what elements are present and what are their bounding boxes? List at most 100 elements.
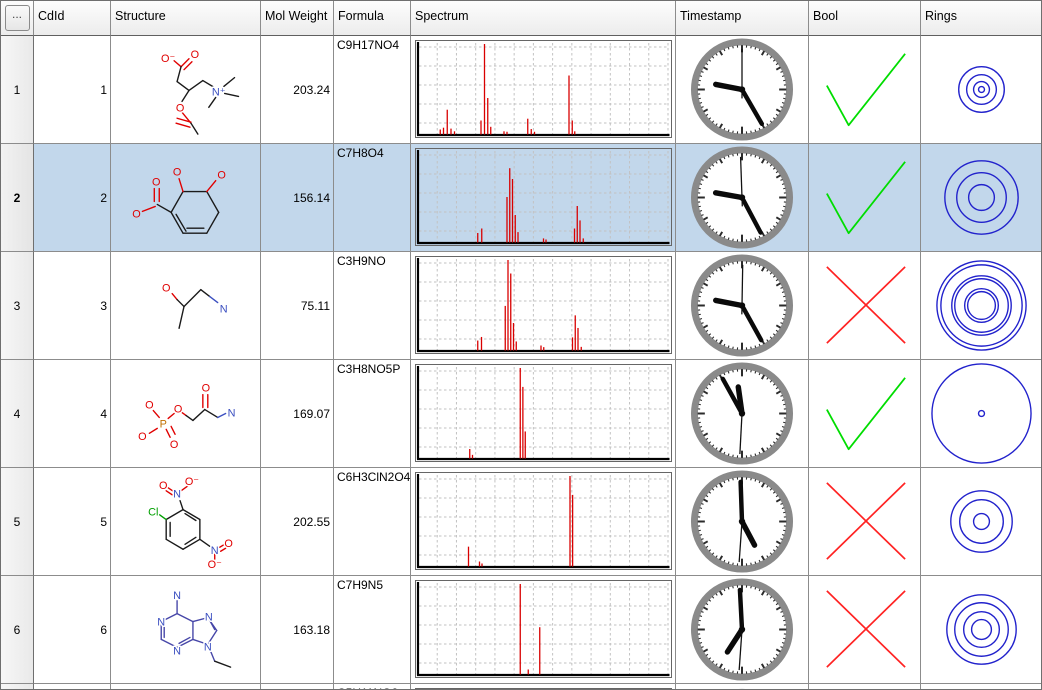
spectrum-cell[interactable]	[411, 252, 676, 360]
spectrum-cell[interactable]	[411, 144, 676, 252]
structure-cell[interactable]: ClNOO⁻NOO⁻	[111, 468, 261, 576]
data-grid: ... CdId Structure Mol Weight Formula Sp…	[0, 0, 1042, 690]
mol-weight-cell[interactable]: 202.55	[261, 468, 334, 576]
cdid-cell[interactable]: 2	[34, 144, 111, 252]
spectrum-chart	[415, 40, 672, 138]
structure-cell[interactable]: NNNNN	[111, 576, 261, 684]
mol-weight-value: 163.18	[293, 623, 330, 637]
formula-cell[interactable]: C6H3ClN2O4	[334, 468, 411, 576]
formula-cell[interactable]: C7H8O4	[334, 144, 411, 252]
col-header-mol-weight[interactable]: Mol Weight	[261, 1, 334, 36]
rings-cell[interactable]	[921, 36, 1042, 144]
bool-cell[interactable]	[809, 684, 921, 690]
formula-cell[interactable]: C7H9N5	[334, 576, 411, 684]
col-header-formula[interactable]: Formula	[334, 1, 411, 36]
bool-cell[interactable]	[809, 576, 921, 684]
mol-weight-cell[interactable]: 75.11	[261, 252, 334, 360]
molecule-structure-drawing: OOOO	[111, 144, 261, 251]
timestamp-cell[interactable]	[676, 144, 809, 252]
formula-cell[interactable]: C3H8NO5P	[334, 360, 411, 468]
timestamp-cell[interactable]	[676, 36, 809, 144]
structure-cell[interactable]: ON	[111, 252, 261, 360]
check-icon	[809, 144, 920, 251]
col-header-timestamp[interactable]: Timestamp	[676, 1, 809, 36]
rings-cell[interactable]	[921, 252, 1042, 360]
formula-cell[interactable]: C9H17NO4	[334, 36, 411, 144]
timestamp-cell[interactable]	[676, 360, 809, 468]
cdid-value: 5	[100, 515, 107, 529]
spectrum-cell[interactable]	[411, 684, 676, 690]
timestamp-cell[interactable]	[676, 252, 809, 360]
clock-icon	[676, 576, 808, 683]
svg-text:O: O	[224, 538, 232, 550]
rings-icon	[921, 252, 1042, 359]
col-header-rings[interactable]: Rings	[921, 1, 1042, 36]
formula-text: C6H3ClN2O4	[337, 470, 410, 484]
col-header-structure[interactable]: Structure	[111, 1, 261, 36]
mol-weight-cell[interactable]: 203.24	[261, 36, 334, 144]
svg-text:N: N	[205, 612, 213, 624]
timestamp-cell[interactable]	[676, 576, 809, 684]
cdid-cell[interactable]: 4	[34, 360, 111, 468]
rings-cell[interactable]	[921, 684, 1042, 690]
rings-cell[interactable]	[921, 360, 1042, 468]
row-header-cell[interactable]	[1, 684, 34, 690]
cdid-cell[interactable]: 1	[34, 36, 111, 144]
row-header-cell[interactable]: 1	[1, 36, 34, 144]
svg-text:O: O	[159, 480, 167, 492]
spectrum-chart	[415, 256, 672, 354]
rings-cell[interactable]	[921, 468, 1042, 576]
row-header-cell[interactable]: 2	[1, 144, 34, 252]
spectrum-cell[interactable]	[411, 36, 676, 144]
cdid-cell[interactable]: 6	[34, 576, 111, 684]
col-header-spectrum[interactable]: Spectrum	[411, 1, 676, 36]
svg-text:O: O	[191, 49, 199, 61]
table-row: 5 5 ClNOO⁻NOO⁻ 202.55 C6H3ClN2O4	[1, 468, 1041, 576]
cdid-cell[interactable]: 3	[34, 252, 111, 360]
spectrum-cell[interactable]	[411, 468, 676, 576]
mol-weight-value: 156.14	[293, 191, 330, 205]
structure-cell[interactable]	[111, 684, 261, 690]
row-header-cell[interactable]: 3	[1, 252, 34, 360]
cdid-cell[interactable]: 5	[34, 468, 111, 576]
formula-cell[interactable]: C5H11NO2	[334, 684, 411, 690]
bool-cell[interactable]	[809, 252, 921, 360]
table-row: 4 4 POOOOON 169.07 C3H8NO5P	[1, 360, 1041, 468]
formula-cell[interactable]: C3H9NO	[334, 252, 411, 360]
cdid-cell[interactable]	[34, 684, 111, 690]
structure-cell[interactable]: OOOO	[111, 144, 261, 252]
bool-cell[interactable]	[809, 360, 921, 468]
svg-text:O: O	[132, 208, 140, 220]
rings-icon	[921, 144, 1042, 251]
mol-weight-cell[interactable]: 156.14	[261, 144, 334, 252]
structure-cell[interactable]: POOOOON	[111, 360, 261, 468]
clock-icon	[676, 144, 808, 251]
cdid-value: 1	[100, 83, 107, 97]
row-header-cell[interactable]: 5	[1, 468, 34, 576]
svg-text:O: O	[174, 404, 182, 416]
row-header-cell[interactable]: 4	[1, 360, 34, 468]
timestamp-cell[interactable]	[676, 684, 809, 690]
bool-cell[interactable]	[809, 144, 921, 252]
bool-cell[interactable]	[809, 36, 921, 144]
grid-body: 1 1 O⁻ON⁺O 203.24 C9H17NO4 2 2 OOOO 156.…	[1, 36, 1041, 684]
molecule-structure-drawing: POOOOON	[111, 360, 261, 467]
mol-weight-cell[interactable]: 163.18	[261, 576, 334, 684]
bool-cell[interactable]	[809, 468, 921, 576]
mol-weight-cell[interactable]	[261, 684, 334, 690]
rings-cell[interactable]	[921, 144, 1042, 252]
col-header-bool[interactable]: Bool	[809, 1, 921, 36]
structure-cell[interactable]: O⁻ON⁺O	[111, 36, 261, 144]
grid-options-button[interactable]: ...	[5, 5, 30, 31]
timestamp-cell[interactable]	[676, 468, 809, 576]
spectrum-cell[interactable]	[411, 576, 676, 684]
mol-weight-cell[interactable]: 169.07	[261, 360, 334, 468]
col-header-cdid[interactable]: CdId	[34, 1, 111, 36]
spectrum-cell[interactable]	[411, 360, 676, 468]
table-row: 2 2 OOOO 156.14 C7H8O4	[1, 144, 1041, 252]
rings-icon	[921, 576, 1042, 683]
x-icon	[809, 252, 920, 359]
row-header-cell[interactable]: 6	[1, 576, 34, 684]
rings-cell[interactable]	[921, 576, 1042, 684]
molecule-structure-drawing: ON	[111, 252, 261, 359]
